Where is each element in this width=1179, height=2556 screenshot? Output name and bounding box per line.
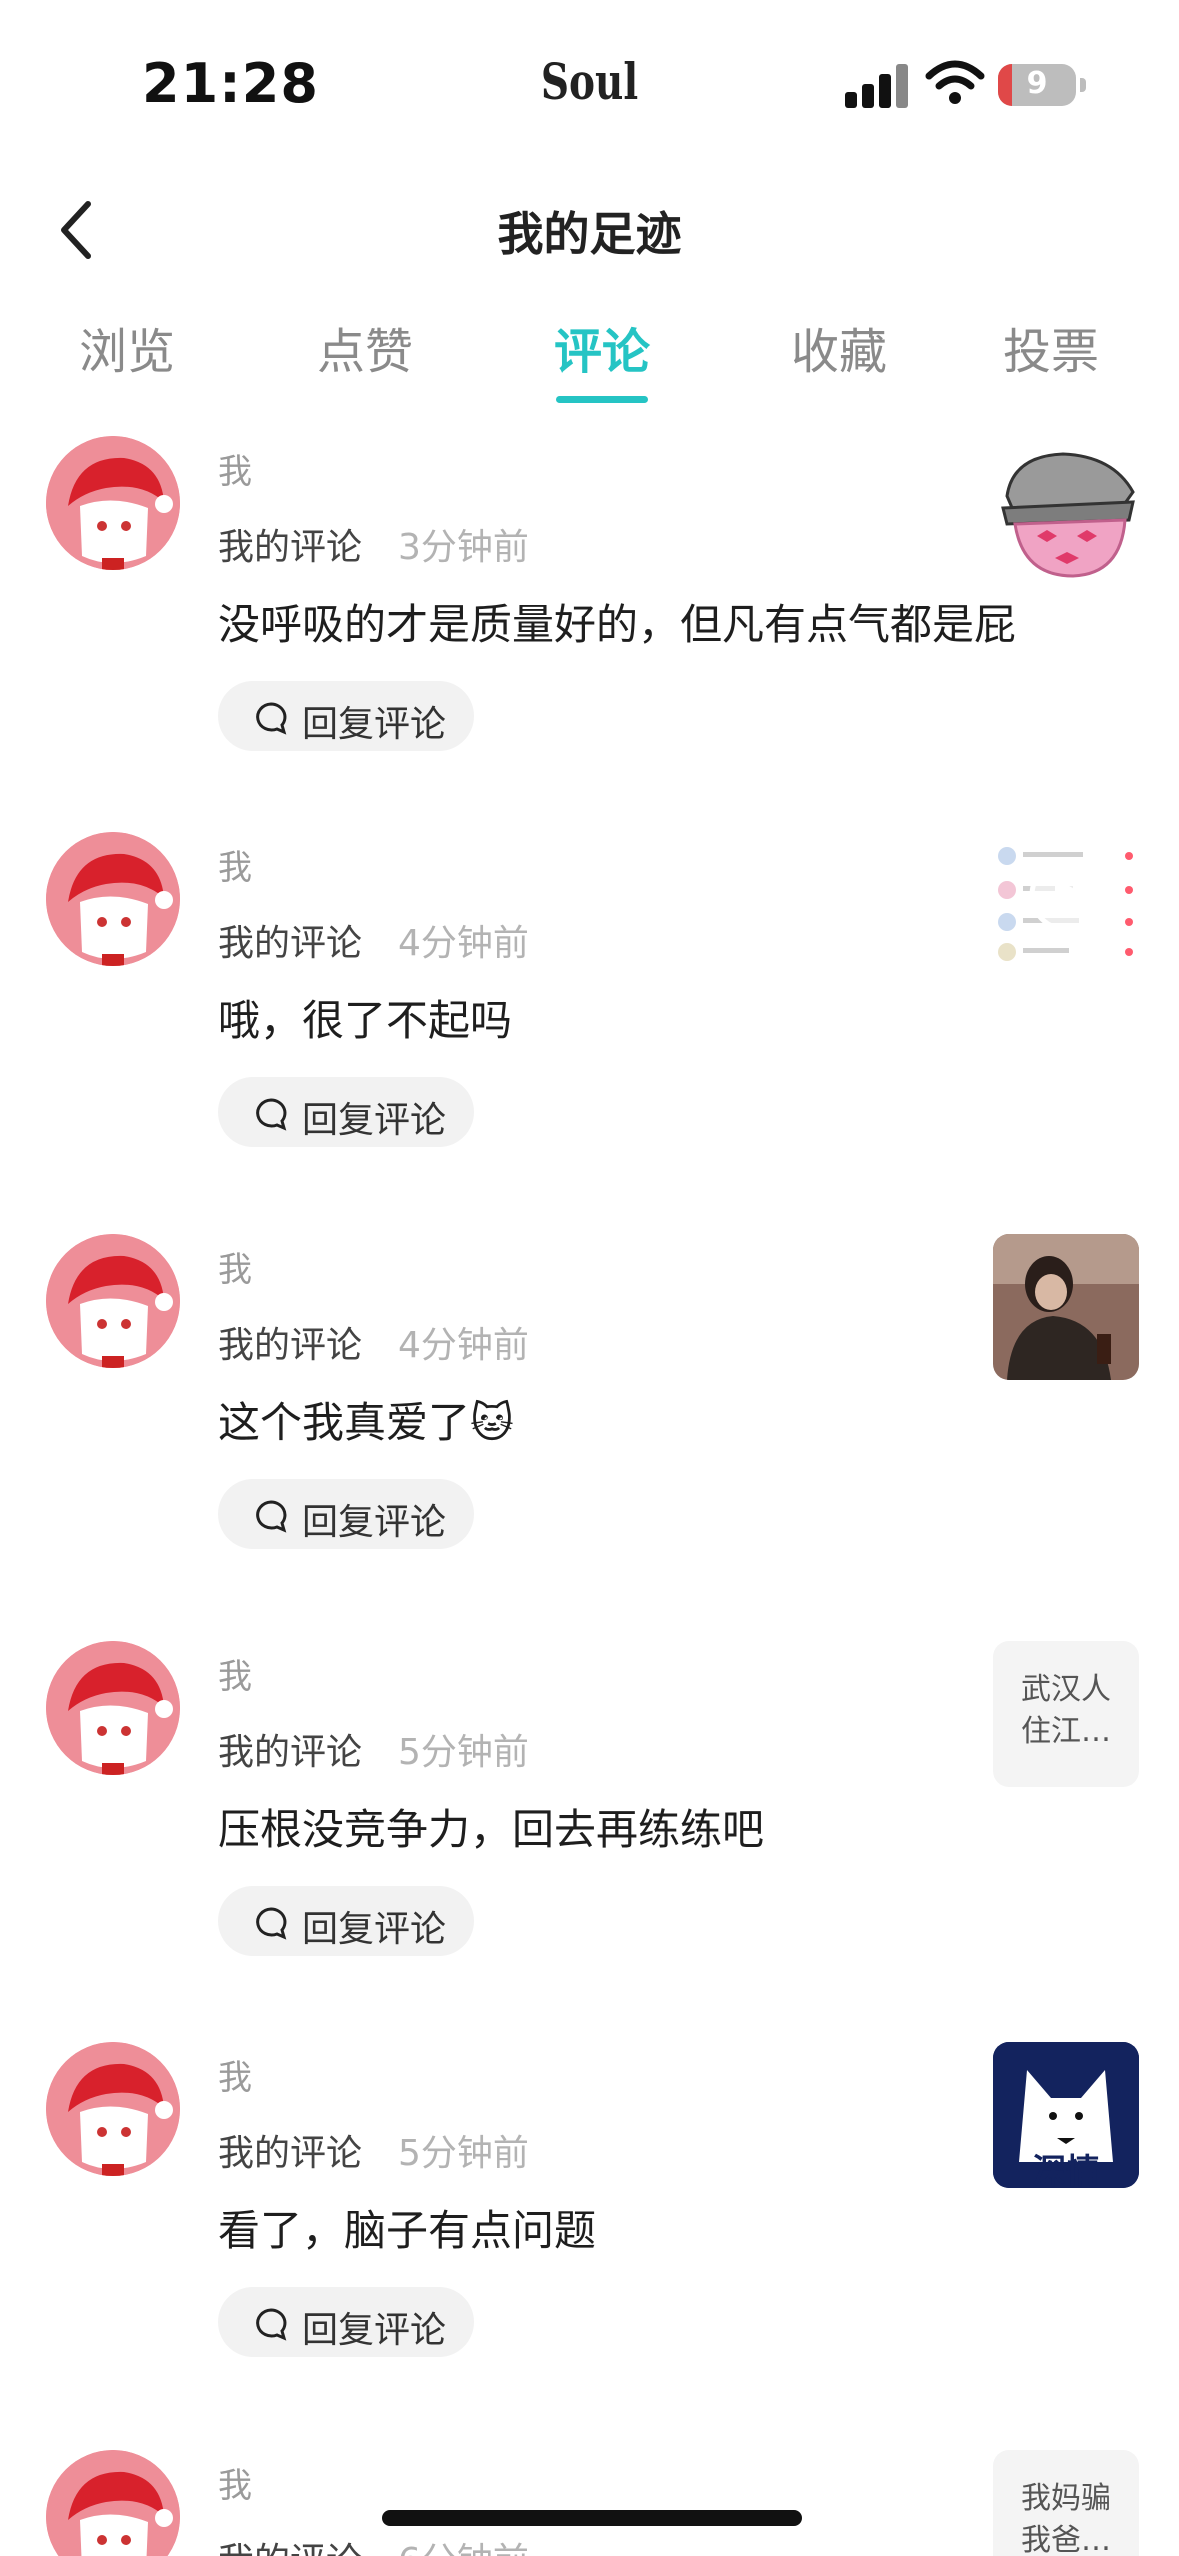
post-thumbnail[interactable]	[993, 1234, 1139, 1380]
reply-label: 回复评论	[302, 2310, 447, 2351]
reply-label: 回复评论	[302, 1502, 447, 1543]
comment-label: 我的评论	[218, 2133, 363, 2174]
reply-comment-button[interactable]: 回复评论	[218, 1886, 474, 1956]
comment-bubble-icon	[256, 1907, 287, 1940]
avatar[interactable]	[46, 832, 180, 966]
list-item[interactable]: 我 我的评论 5分钟前 压根没竞争力，回去再练练吧 回复评论 武汉人 住江…	[0, 1641, 1179, 2041]
list-item[interactable]: 我 我的评论 6分钟前 我妈骗 我爸…	[0, 2450, 1179, 2556]
post-thumbnail[interactable]: 武汉人 住江…	[993, 1641, 1139, 1787]
tab-votes[interactable]: 投票	[951, 312, 1151, 382]
post-thumbnail[interactable]	[993, 436, 1139, 582]
user-name: 我	[218, 848, 252, 888]
user-name: 我	[218, 1250, 252, 1290]
list-item[interactable]: 我 我的评论 5分钟前 看了，脑子有点问题 回复评论 深情	[0, 2042, 1179, 2442]
comment-text: 哦，很了不起吗	[218, 996, 513, 1045]
comment-bubble-icon	[256, 1098, 287, 1131]
tab-favorites[interactable]: 收藏	[739, 312, 939, 382]
comment-label: 我的评论	[218, 2532, 362, 2556]
tab-browse[interactable]: 浏览	[27, 312, 227, 382]
timestamp: 4分钟前	[398, 923, 529, 964]
tab-likes[interactable]: 点赞	[265, 312, 465, 382]
comment-label: 我的评论	[218, 1732, 363, 1773]
avatar[interactable]	[46, 1641, 180, 1775]
post-thumbnail[interactable]: 深情	[993, 2042, 1139, 2188]
timestamp: 4分钟前	[398, 1325, 529, 1366]
chat-screenshot-video-icon	[998, 847, 1133, 961]
user-name: 我	[218, 1657, 252, 1697]
thumbnail-caption: 深情	[1032, 2152, 1100, 2188]
reply-label: 回复评论	[302, 1909, 447, 1950]
thumbnail-text: 我妈骗 我爸…	[1021, 2481, 1111, 2556]
app-logo: Soul	[540, 52, 639, 111]
comment-text: 这个我真爱了🐱	[218, 1398, 514, 1447]
reply-comment-button[interactable]: 回复评论	[218, 1479, 474, 1549]
comment-label: 我的评论	[218, 527, 363, 568]
status-bar: 21:28 Soul 9	[0, 0, 1179, 170]
user-name: 我	[218, 452, 252, 492]
timestamp: 6分钟前	[398, 2532, 529, 2556]
comment-text: 看了，脑子有点问题	[218, 2206, 597, 2255]
list-item[interactable]: 我 我的评论 4分钟前 这个我真爱了🐱 回复评论	[0, 1234, 1179, 1634]
post-thumbnail[interactable]	[993, 832, 1139, 978]
timestamp: 3分钟前	[398, 527, 529, 568]
reply-label: 回复评论	[302, 1100, 447, 1141]
comment-bubble-icon	[256, 1500, 287, 1533]
reply-comment-button[interactable]: 回复评论	[218, 1077, 474, 1147]
tab-bar: 浏览 点赞 评论 收藏 投票	[0, 300, 1179, 410]
list-item[interactable]: 我 我的评论 4分钟前 哦，很了不起吗 回复评论	[0, 832, 1179, 1232]
reply-comment-button[interactable]: 回复评论	[218, 2287, 474, 2357]
active-tab-indicator	[556, 396, 648, 403]
comment-bubble-icon	[256, 2308, 287, 2341]
thumbnail-text: 武汉人 住江…	[1021, 1672, 1111, 1749]
list-item[interactable]: 我 我的评论 3分钟前 没呼吸的才是质量好的，但凡有点气都是屁 回复评论	[0, 436, 1179, 836]
home-indicator[interactable]	[382, 2510, 802, 2526]
timestamp: 5分钟前	[398, 2133, 529, 2174]
timestamp: 5分钟前	[398, 1732, 529, 1773]
battery-icon: 9	[998, 64, 1086, 106]
pink-character-sticker-icon	[1001, 452, 1135, 578]
user-name: 我	[218, 2058, 252, 2098]
tab-comments[interactable]: 评论	[502, 312, 702, 403]
reply-label: 回复评论	[302, 704, 447, 745]
person-photo-icon	[993, 1234, 1139, 1380]
comment-text: 没呼吸的才是质量好的，但凡有点气都是屁	[218, 600, 1017, 649]
reply-comment-button[interactable]: 回复评论	[218, 681, 474, 751]
comment-bubble-icon	[256, 702, 287, 735]
avatar[interactable]	[46, 1234, 180, 1368]
avatar[interactable]	[46, 436, 180, 570]
comment-text: 压根没竞争力，回去再练练吧	[218, 1805, 765, 1854]
avatar[interactable]	[46, 2450, 180, 2556]
signal-icon	[845, 62, 911, 108]
wifi-icon	[925, 60, 985, 104]
avatar[interactable]	[46, 2042, 180, 2176]
post-thumbnail[interactable]: 我妈骗 我爸…	[993, 2450, 1139, 2556]
comment-label: 我的评论	[218, 1325, 363, 1366]
user-name: 我	[218, 2466, 252, 2506]
comment-label: 我的评论	[218, 923, 363, 964]
battery-level: 9	[1026, 66, 1048, 101]
page-title: 我的足迹	[497, 207, 682, 261]
